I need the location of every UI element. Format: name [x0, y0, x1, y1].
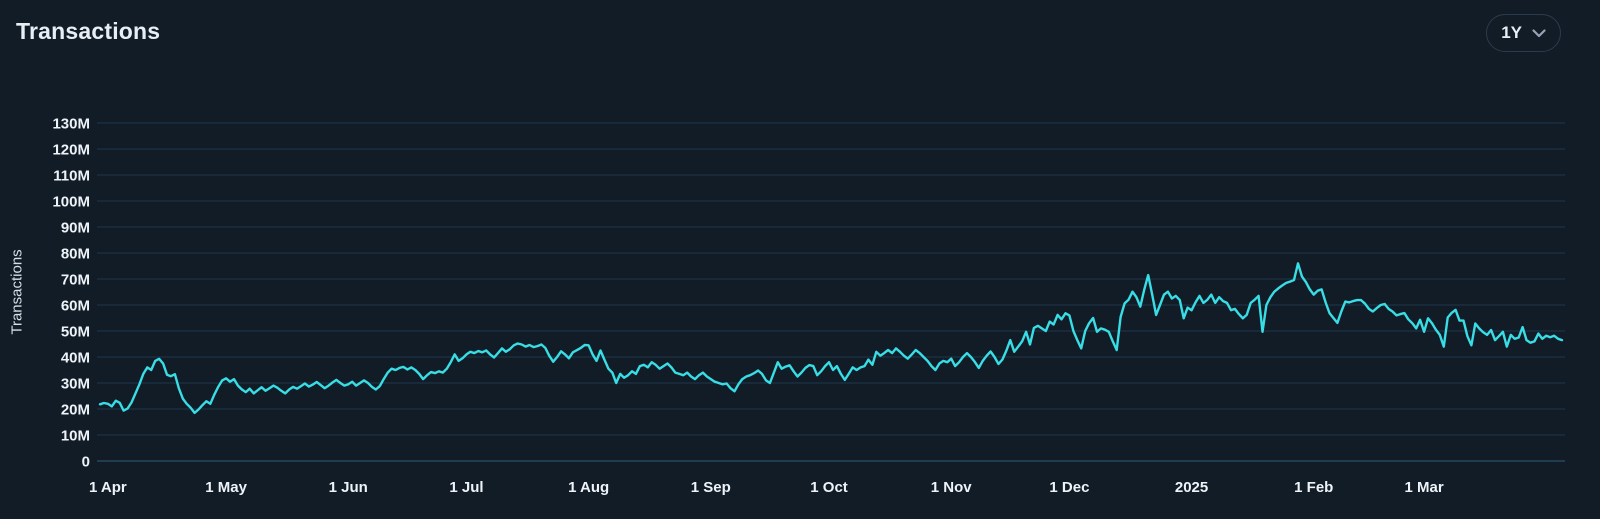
y-axis-tick-label: 70M [61, 272, 90, 289]
x-axis-tick-label: 1 Oct [810, 479, 848, 496]
y-axis-tick-label: 40M [61, 350, 90, 367]
y-axis-tick-label: 100M [52, 194, 90, 211]
page-title: Transactions [16, 18, 160, 45]
series-line [100, 263, 1562, 413]
time-range-dropdown[interactable]: 1Y [1486, 14, 1561, 52]
y-axis-tick-label: 30M [61, 376, 90, 393]
x-axis-tick-label: 1 Jun [329, 479, 368, 496]
y-axis-tick-label: 130M [52, 116, 90, 133]
y-axis-tick-label: 80M [61, 246, 90, 263]
y-axis-title: Transactions [9, 249, 26, 334]
transactions-chart-card: 0 10M 20M 30M 40M 50M 60M 70M 80M 90M 100M 110M 120M… [0, 0, 1600, 519]
chevron-down-icon [1532, 29, 1546, 38]
x-axis-tick-label: 1 Feb [1294, 479, 1333, 496]
x-axis-tick-label: 2025 [1175, 479, 1208, 496]
x-axis-tick-label: 1 Jul [449, 479, 483, 496]
y-axis-tick-label: 10M [61, 428, 90, 445]
x-axis-tick-label: 1 Sep [691, 479, 731, 496]
y-axis-tick-label: 60M [61, 298, 90, 315]
y-axis-tick-label: 110M [53, 168, 90, 185]
y-axis-tick-label: 50M [61, 324, 90, 341]
y-axis-tick-label: 0 [82, 454, 90, 471]
x-axis-tick-label: 1 Mar [1404, 479, 1443, 496]
x-axis-tick-label: 1 May [205, 479, 247, 496]
x-axis-tick-label: 1 Nov [931, 479, 973, 496]
time-range-value: 1Y [1501, 23, 1522, 43]
x-axis-tick-label: 1 Dec [1049, 479, 1089, 496]
y-axis-tick-label: 20M [61, 402, 90, 419]
y-axis-tick-label: 90M [61, 220, 90, 237]
transactions-line-chart[interactable]: 0 10M 20M 30M 40M 50M 60M 70M 80M 90M 100M 110M 120M… [0, 0, 1600, 519]
x-axis-tick-label: 1 Apr [89, 479, 127, 496]
y-axis-tick-label: 120M [52, 142, 90, 159]
x-axis-tick-label: 1 Aug [568, 479, 609, 496]
chart-header: Transactions 1Y [0, 0, 1600, 66]
